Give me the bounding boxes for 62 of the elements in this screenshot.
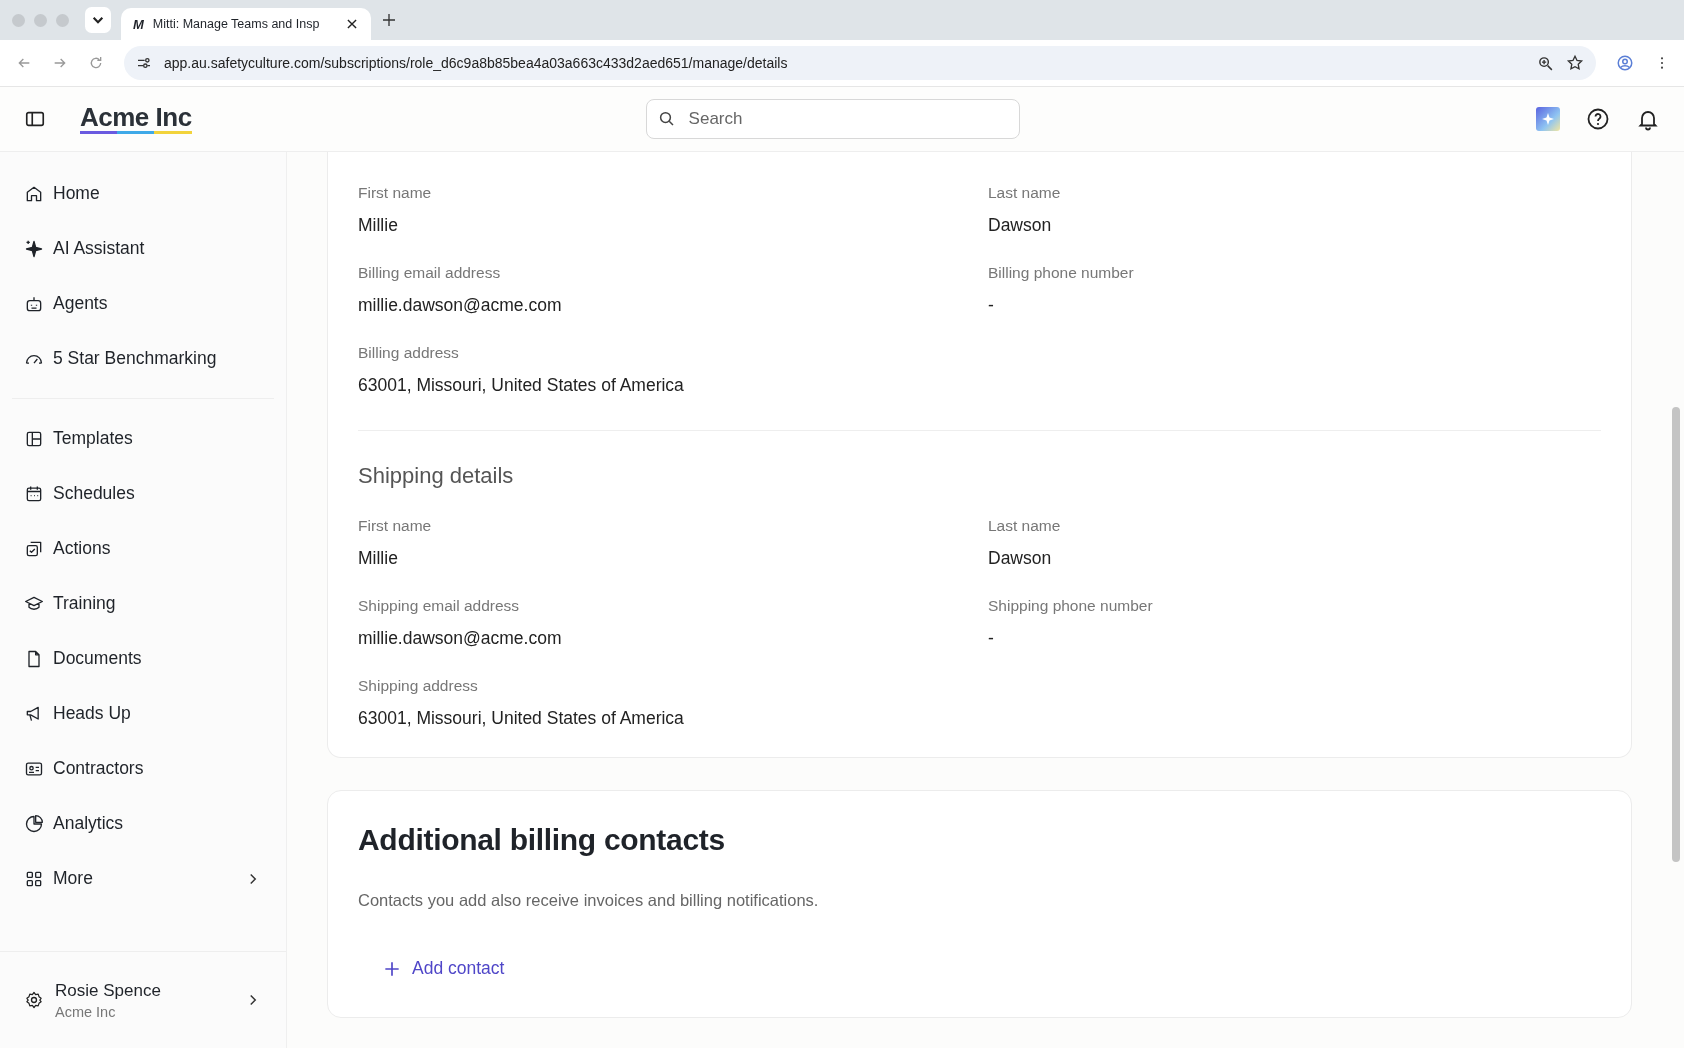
field-label: Shipping email address	[358, 597, 521, 615]
scrollbar-thumb[interactable]	[1672, 407, 1680, 862]
sparkle-tile-icon[interactable]	[1536, 107, 1560, 131]
nav-item[interactable]: Analytics	[12, 796, 274, 851]
chevron-down-icon[interactable]	[85, 7, 111, 33]
pie-chart-icon	[24, 813, 44, 834]
field-value: 63001, Missouri, United States of America	[358, 375, 685, 396]
nav-item[interactable]: Schedules	[12, 466, 274, 521]
close-icon[interactable]	[345, 17, 359, 31]
section-title: Shipping details	[358, 463, 515, 489]
brand-logo[interactable]: Acme Inc	[80, 104, 192, 134]
tab-favicon: M	[133, 16, 144, 32]
field-label: First name	[358, 184, 433, 202]
profile-icon[interactable]	[1616, 54, 1634, 72]
nav-item[interactable]: AI Assistant	[12, 221, 274, 276]
field-label: Billing address	[358, 344, 460, 362]
url-text: app.au.safetyculture.com/subscriptions/role_d6c9a8b85bea4a03a663c433d2aed651/manage/details	[164, 55, 788, 71]
user-menu[interactable]: Rosie Spence Acme Inc	[0, 951, 286, 1048]
nav-item[interactable]: More	[12, 851, 274, 906]
field-value: 63001, Missouri, United States of America	[358, 708, 685, 729]
field-value: Dawson	[988, 548, 1053, 569]
field-value: Millie	[358, 215, 399, 236]
field-value: Dawson	[988, 215, 1053, 236]
nav-item[interactable]: Actions	[12, 521, 274, 576]
field-label: First name	[358, 517, 433, 535]
search-icon	[657, 110, 676, 128]
star-icon[interactable]	[1566, 54, 1584, 72]
search-field[interactable]: Search	[645, 99, 1020, 139]
browser-tab[interactable]: M Mitti: Manage Teams and Insp	[121, 8, 371, 40]
field-label: Shipping address	[358, 677, 479, 695]
zoom-icon[interactable]	[1537, 54, 1554, 72]
field-label: Last name	[988, 517, 1062, 535]
field-label: Billing email address	[358, 264, 502, 282]
nav-item[interactable]: Agents	[12, 276, 274, 331]
nav-item[interactable]: Templates	[12, 411, 274, 466]
tab-title: Mitti: Manage Teams and Insp	[152, 17, 321, 31]
reload-icon[interactable]	[88, 55, 104, 71]
nav-item[interactable]: Training	[12, 576, 274, 631]
user-name: Rosie Spence	[55, 980, 161, 1001]
address-bar[interactable]: app.au.safetyculture.com/subscriptions/role_d6c9a8b85bea4a03a663c433d2aed651/manage/details	[124, 46, 1596, 80]
sparkle-icon	[24, 238, 44, 259]
nav-item[interactable]: Contractors	[12, 741, 274, 796]
gear-icon	[24, 990, 44, 1010]
field-value: -	[988, 295, 995, 316]
help-icon[interactable]	[1586, 107, 1610, 131]
plus-icon[interactable]	[381, 12, 397, 28]
section-heading: Additional billing contacts	[358, 823, 726, 857]
field-value: millie.dawson@acme.com	[358, 295, 563, 316]
field-value: Millie	[358, 548, 399, 569]
nav-item[interactable]: 5 Star Benchmarking	[12, 331, 274, 386]
section-description: Contacts you add also receive invoices and billing notifications.	[358, 891, 820, 910]
field-value: millie.dawson@acme.com	[358, 628, 563, 649]
nav-item[interactable]: Heads Up	[12, 686, 274, 741]
site-settings-icon[interactable]	[136, 55, 152, 71]
nav-item[interactable]: Documents	[12, 631, 274, 686]
user-organization: Acme Inc	[55, 1003, 117, 1020]
add-contact-button[interactable]: Add contact	[358, 950, 529, 987]
nav-item[interactable]: Home	[12, 166, 274, 221]
field-value: -	[988, 628, 995, 649]
field-label: Shipping phone number	[988, 597, 1154, 615]
field-label: Last name	[988, 184, 1062, 202]
field-label: Billing phone number	[988, 264, 1135, 282]
